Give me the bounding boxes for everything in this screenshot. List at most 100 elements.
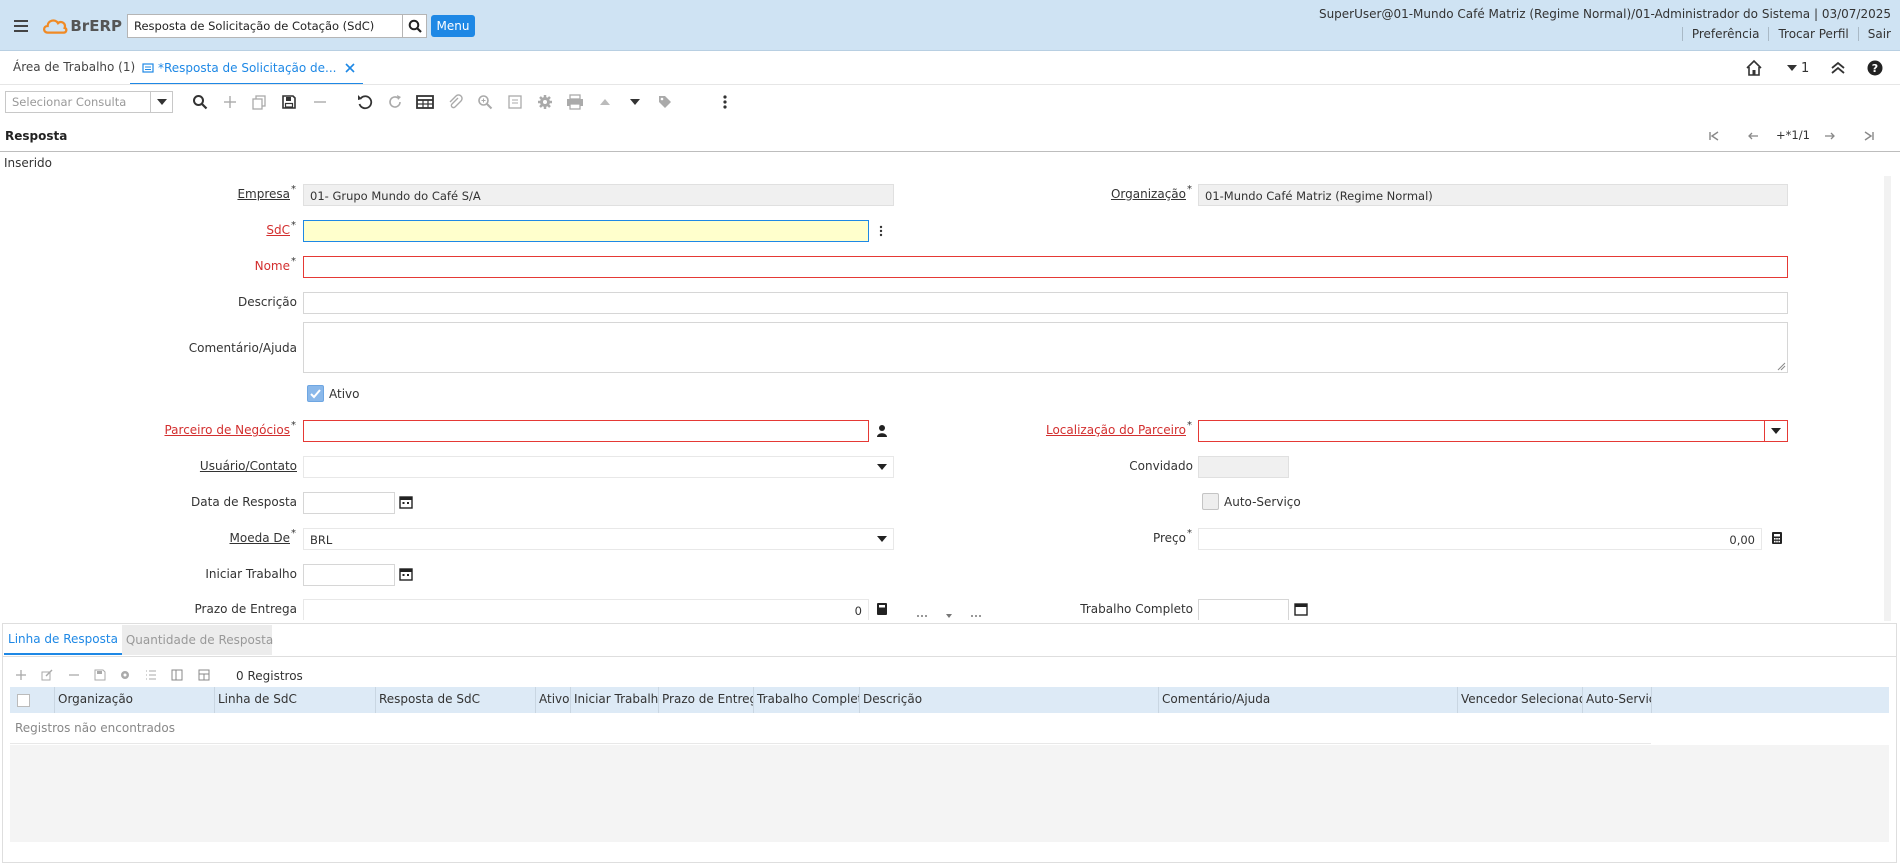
more-options-icon[interactable]	[715, 92, 735, 112]
home-icon[interactable]	[1745, 59, 1763, 77]
splitter-handle-icon[interactable]	[914, 613, 984, 619]
collapse-icon[interactable]	[1829, 59, 1847, 77]
menu-button[interactable]: Menu	[431, 15, 475, 37]
last-record-icon[interactable]	[1861, 128, 1877, 144]
mandatory-mark: *	[291, 184, 296, 195]
grid-columns-icon[interactable]	[197, 668, 211, 682]
grid-form-toggle-icon[interactable]	[170, 668, 184, 682]
prev-record-arrow-icon[interactable]	[1745, 128, 1761, 144]
next-record-arrow-icon[interactable]	[1822, 128, 1838, 144]
print-icon[interactable]	[565, 92, 585, 112]
preferences-link[interactable]: Preferência	[1681, 27, 1769, 41]
column-header[interactable]: Prazo de Entrega	[658, 687, 753, 713]
user-info: SuperUser@01-Mundo Café Matriz (Regime N…	[1318, 7, 1891, 21]
ativo-checkbox[interactable]	[307, 385, 324, 402]
resize-grip-icon[interactable]	[1777, 362, 1786, 371]
process-gear-icon[interactable]	[535, 92, 555, 112]
tab-workarea[interactable]: Área de Trabalho (1)	[13, 60, 135, 74]
save-icon[interactable]	[279, 92, 299, 112]
column-header[interactable]: Iniciar Trabalho	[570, 687, 658, 713]
logout-link[interactable]: Sair	[1857, 27, 1891, 41]
column-header[interactable]: Comentário/Ajuda	[1158, 687, 1457, 713]
column-header[interactable]: Ativo	[535, 687, 570, 713]
preco-field[interactable]: 0,00	[1198, 528, 1762, 550]
sdc-options-icon[interactable]	[878, 224, 886, 238]
undo-icon[interactable]	[355, 92, 375, 112]
comentario-textarea[interactable]	[303, 322, 1788, 373]
moeda-field[interactable]: BRL	[303, 528, 894, 550]
app-logo[interactable]: BrERP	[42, 13, 122, 39]
tab-linha-resposta[interactable]: Linha de Resposta	[4, 625, 122, 655]
prazo-entrega-field[interactable]: 0	[303, 599, 869, 620]
caret-down-icon	[1787, 65, 1797, 71]
calculator-icon[interactable]	[876, 602, 888, 616]
copy-record-icon[interactable]	[249, 92, 269, 112]
tab-rfq-response[interactable]: *Resposta de Solicitação de...	[130, 52, 363, 85]
grid-process-icon[interactable]	[118, 668, 132, 682]
localizacao-field[interactable]	[1198, 420, 1788, 442]
zoom-across-icon[interactable]	[475, 92, 495, 112]
next-record-icon[interactable]	[625, 92, 645, 112]
tag-icon[interactable]	[655, 92, 675, 112]
grid-list-icon[interactable]	[144, 668, 158, 682]
form-scrollbar[interactable]	[1884, 176, 1891, 621]
iniciar-trabalho-field[interactable]	[303, 564, 395, 586]
help-icon[interactable]: ?	[1866, 59, 1884, 77]
previous-record-icon[interactable]	[595, 92, 615, 112]
data-resposta-field[interactable]	[303, 492, 395, 514]
usuario-label[interactable]: Usuário/Contato	[200, 459, 297, 473]
report-icon[interactable]	[505, 92, 525, 112]
sdc-label[interactable]: SdC	[266, 223, 290, 237]
tab-quantidade-resposta[interactable]: Quantidade de Resposta	[122, 625, 273, 655]
parceiro-label[interactable]: Parceiro de Negócios	[164, 423, 290, 437]
column-header[interactable]: Trabalho Completo	[753, 687, 859, 713]
trabalho-completo-field[interactable]	[1198, 599, 1289, 620]
calculator-icon[interactable]	[1771, 531, 1783, 545]
logo-text: BrERP	[70, 17, 122, 35]
column-header[interactable]: Vencedor Selecionado	[1457, 687, 1582, 713]
window-list-dropdown[interactable]: 1	[1786, 60, 1822, 76]
moeda-label[interactable]: Moeda De	[230, 531, 291, 545]
empresa-field: 01- Grupo Mundo do Café S/A	[303, 184, 894, 206]
empresa-label[interactable]: Empresa	[237, 187, 290, 201]
grid-delete-icon[interactable]	[67, 668, 81, 682]
change-role-link[interactable]: Trocar Perfil	[1768, 27, 1857, 41]
auto-servico-checkbox[interactable]	[1202, 493, 1219, 510]
calendar-icon[interactable]	[1294, 602, 1308, 616]
descricao-field[interactable]	[303, 292, 1788, 314]
grid-save-icon[interactable]	[93, 668, 107, 682]
column-header[interactable]: Resposta de SdC	[375, 687, 535, 713]
organizacao-label[interactable]: Organização	[1111, 187, 1186, 201]
new-record-icon[interactable]	[220, 92, 240, 112]
column-header[interactable]: Linha de SdC	[214, 687, 375, 713]
refresh-icon[interactable]	[385, 92, 405, 112]
usuario-field[interactable]	[303, 456, 894, 478]
find-icon[interactable]	[190, 92, 210, 112]
nome-field[interactable]	[303, 256, 1788, 278]
person-icon[interactable]	[876, 424, 888, 438]
search-button[interactable]	[403, 14, 427, 38]
column-header[interactable]: Descrição	[859, 687, 1158, 713]
parceiro-field[interactable]	[303, 420, 869, 442]
usuario-dropdown-button[interactable]	[870, 456, 894, 478]
hamburger-menu-icon[interactable]	[12, 18, 30, 34]
query-select[interactable]: Selecionar Consulta	[5, 91, 173, 113]
global-search-input[interactable]: Resposta de Solicitação de Cotação (SdC)	[127, 14, 403, 38]
moeda-dropdown-button[interactable]	[870, 528, 894, 550]
attachment-icon[interactable]	[445, 92, 465, 112]
grid-select-all-checkbox[interactable]	[17, 694, 30, 707]
localizacao-label[interactable]: Localização do Parceiro	[1046, 423, 1186, 437]
grid-edit-icon[interactable]	[40, 668, 54, 682]
close-tab-icon[interactable]	[343, 61, 357, 75]
calendar-icon[interactable]	[399, 495, 413, 509]
sdc-field[interactable]	[303, 220, 869, 242]
localizacao-dropdown-button[interactable]	[1764, 420, 1788, 442]
query-dropdown-button[interactable]	[150, 91, 173, 113]
column-header[interactable]: Organização	[54, 687, 214, 713]
first-record-icon[interactable]	[1706, 128, 1722, 144]
calendar-icon[interactable]	[399, 567, 413, 581]
grid-toggle-icon[interactable]	[415, 92, 435, 112]
column-header[interactable]: Auto-Serviço	[1582, 687, 1652, 713]
grid-new-icon[interactable]	[14, 668, 28, 682]
delete-icon[interactable]	[310, 92, 330, 112]
